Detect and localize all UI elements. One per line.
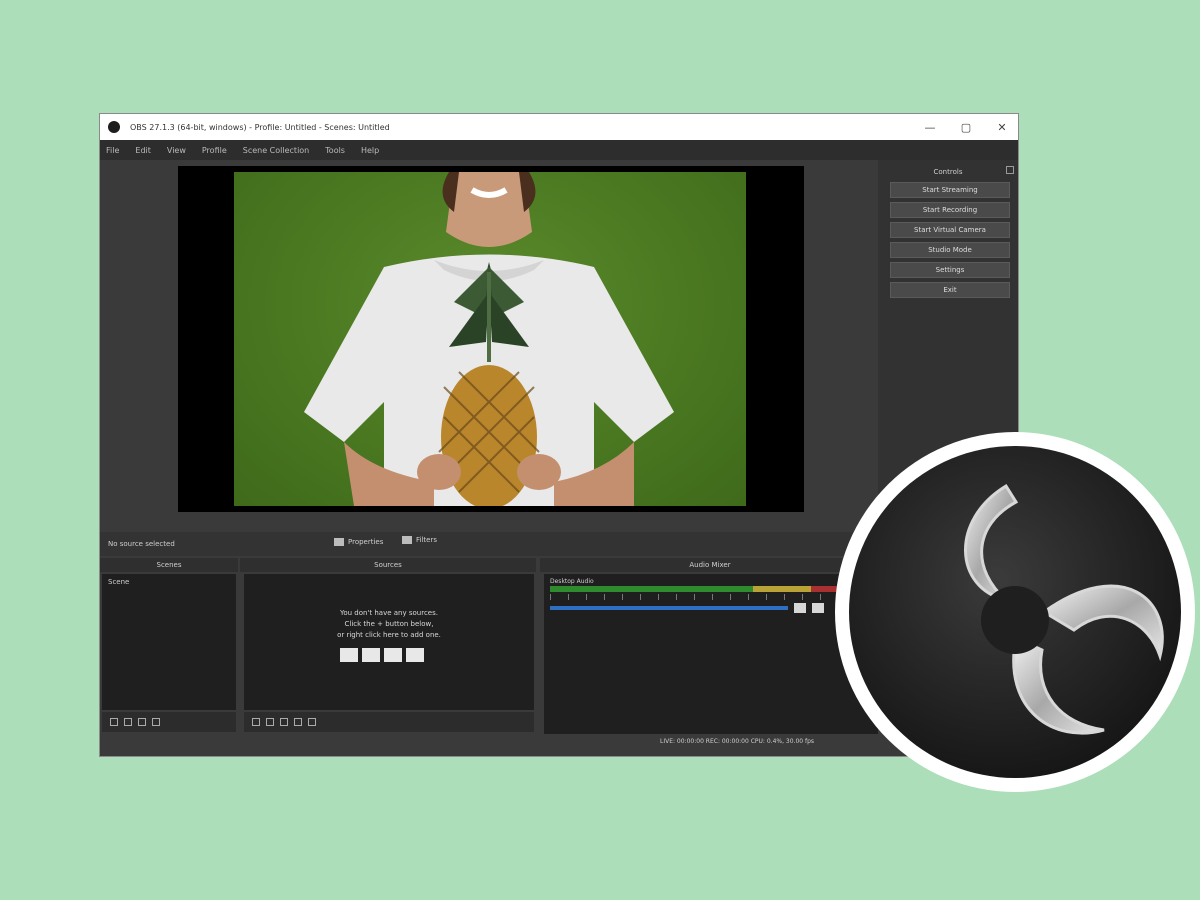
obs-logo-icon bbox=[835, 432, 1195, 792]
filters-label: Filters bbox=[416, 536, 437, 544]
monitor-icon bbox=[362, 648, 380, 662]
filters-button[interactable]: Filters bbox=[402, 536, 437, 544]
minimize-icon[interactable]: — bbox=[924, 121, 936, 134]
settings-icon[interactable] bbox=[280, 718, 288, 726]
audio-mixer-title: Audio Mixer bbox=[540, 558, 880, 572]
sources-hint-line-2: Click the + button below, bbox=[344, 620, 434, 628]
move-up-icon[interactable] bbox=[138, 718, 146, 726]
filters-icon bbox=[402, 536, 412, 544]
remove-icon[interactable] bbox=[266, 718, 274, 726]
maximize-icon[interactable]: ▢ bbox=[960, 121, 972, 134]
window-capture-icon bbox=[406, 648, 424, 662]
audio-settings-icon[interactable] bbox=[812, 603, 824, 613]
menu-edit[interactable]: Edit bbox=[135, 146, 151, 155]
mute-icon[interactable] bbox=[794, 603, 806, 613]
audio-mixer: Desktop Audio bbox=[544, 574, 878, 734]
sources-dock-title: Sources bbox=[240, 558, 536, 572]
menu-view[interactable]: View bbox=[167, 146, 186, 155]
menu-help[interactable]: Help bbox=[361, 146, 379, 155]
audio-level-meter bbox=[550, 586, 840, 592]
title-bar: OBS 27.1.3 (64-bit, windows) - Profile: … bbox=[100, 114, 1018, 140]
selected-source-label: No source selected bbox=[108, 540, 175, 548]
scenes-list[interactable]: Scene bbox=[102, 574, 236, 710]
scenes-toolbar bbox=[102, 712, 236, 732]
window-controls: — ▢ ✕ bbox=[924, 114, 1008, 140]
sources-list[interactable]: You don't have any sources. Click the + … bbox=[244, 574, 534, 710]
display-capture-icon bbox=[340, 648, 358, 662]
source-type-icons bbox=[340, 648, 424, 662]
preview-canvas[interactable] bbox=[178, 166, 804, 512]
meter-ticks bbox=[550, 594, 840, 600]
scenes-dock-title: Scenes bbox=[100, 558, 238, 572]
menu-tools[interactable]: Tools bbox=[325, 146, 345, 155]
obs-app-icon bbox=[108, 121, 120, 133]
preview-photo-art bbox=[304, 172, 674, 506]
window-title: OBS 27.1.3 (64-bit, windows) - Profile: … bbox=[130, 122, 390, 132]
menu-scene-collection[interactable]: Scene Collection bbox=[243, 146, 310, 155]
start-streaming-button[interactable]: Start Streaming bbox=[890, 182, 1010, 198]
sources-hint-line-3: or right click here to add one. bbox=[337, 631, 441, 639]
remove-icon[interactable] bbox=[124, 718, 132, 726]
move-up-icon[interactable] bbox=[294, 718, 302, 726]
image-source-icon bbox=[384, 648, 402, 662]
add-icon[interactable] bbox=[252, 718, 260, 726]
start-recording-button[interactable]: Start Recording bbox=[890, 202, 1010, 218]
properties-label: Properties bbox=[348, 538, 384, 546]
mixer-channel-label: Desktop Audio bbox=[550, 578, 594, 585]
preview-area bbox=[100, 160, 878, 532]
settings-button[interactable]: Settings bbox=[890, 262, 1010, 278]
scene-item[interactable]: Scene bbox=[108, 578, 129, 586]
dock-float-icon[interactable] bbox=[1006, 166, 1014, 174]
move-down-icon[interactable] bbox=[152, 718, 160, 726]
close-icon[interactable]: ✕ bbox=[996, 121, 1008, 134]
menu-bar: File Edit View Profile Scene Collection … bbox=[100, 140, 1018, 160]
studio-mode-button[interactable]: Studio Mode bbox=[890, 242, 1010, 258]
properties-button[interactable]: Properties bbox=[334, 538, 383, 546]
add-icon[interactable] bbox=[110, 718, 118, 726]
preview-photo bbox=[234, 172, 746, 506]
volume-slider[interactable] bbox=[550, 606, 788, 610]
sources-toolbar bbox=[244, 712, 534, 732]
controls-dock-title: Controls bbox=[933, 168, 963, 176]
menu-profile[interactable]: Profile bbox=[202, 146, 227, 155]
menu-file[interactable]: File bbox=[106, 146, 119, 155]
start-virtual-camera-button[interactable]: Start Virtual Camera bbox=[890, 222, 1010, 238]
sources-hint-line-1: You don't have any sources. bbox=[340, 609, 438, 617]
properties-icon bbox=[334, 538, 344, 546]
exit-button[interactable]: Exit bbox=[890, 282, 1010, 298]
sources-empty-hint: You don't have any sources. Click the + … bbox=[244, 608, 534, 641]
move-down-icon[interactable] bbox=[308, 718, 316, 726]
